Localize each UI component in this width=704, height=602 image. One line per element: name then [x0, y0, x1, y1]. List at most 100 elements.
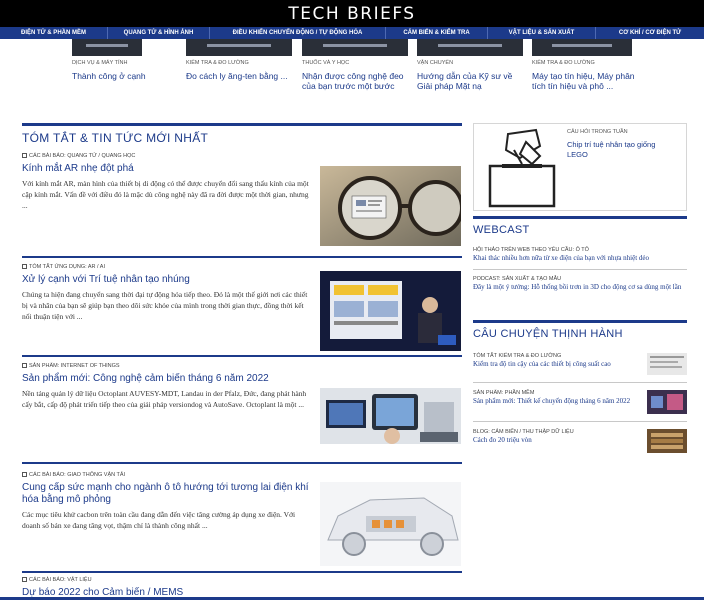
webcast-category: PODCAST: SẢN XUẤT & TẠO MẪU: [473, 276, 562, 282]
featured-title[interactable]: Đo cách ly ăng-ten bằng ...: [186, 71, 294, 81]
featured-item[interactable]: THUỐC VÀ Y HỌC Nhận được công nghệ đeo c…: [302, 60, 410, 91]
nav-item-photonics[interactable]: QUANG TỬ & HÌNH ẢNH: [108, 27, 210, 39]
featured-articles: DỊCH VỤ & MÁY TÍNH Thành công ở cạnh KIỂ…: [0, 60, 704, 104]
featured-thumbnail[interactable]: [532, 39, 632, 56]
trending-thumbnail[interactable]: [647, 390, 687, 414]
trending-item[interactable]: TÓM TẮT KIỂM TRA & ĐO LƯỜNG Kiểm tra độ …: [473, 353, 687, 379]
article-item[interactable]: CÁC BÀI BÁO: GIAO THÔNG VẬN TẢI Cung cấp…: [22, 472, 462, 572]
featured-title[interactable]: Máy tạo tín hiệu, Máy phân tích tín hiệu…: [532, 71, 640, 91]
article-summary: Các mục tiêu khử cacbon trên toàn cầu đa…: [22, 510, 296, 530]
featured-item[interactable]: KIỂM TRA & ĐO LƯỜNG Đo cách ly ăng-ten b…: [186, 60, 294, 81]
article-category: SẢN PHẨM: INTERNET OF THINGS: [22, 363, 314, 369]
webcast-title[interactable]: Đây là một ý tưởng: Hỗ thống bồi trơn in…: [473, 283, 687, 291]
article-summary: Với kính mắt AR, màn hình của thiết bị d…: [22, 179, 309, 210]
sidebar: CÂU HỎI TRONG TUẦN Chip trí tuệ nhân tạo…: [473, 123, 687, 600]
featured-category: VẬN CHUYỂN: [417, 60, 454, 66]
nav-item-motion-control[interactable]: ĐIỀU KHIỂN CHUYỂN ĐỘNG / TỰ ĐỘNG HÓA: [210, 27, 386, 39]
article-image-presentation[interactable]: [320, 271, 461, 351]
trending-text-inner: BLOG: CẢM BIẾN / THU THẬP DỮ LIỆU Cách đ…: [473, 429, 637, 444]
article-divider: [22, 571, 462, 573]
sidebar-divider: [473, 421, 687, 422]
trending-text: TÓM TẮT KIỂM TRA & ĐO LƯỜNG Kiểm tra độ …: [473, 353, 637, 368]
trending-title[interactable]: Kiểm tra độ tin cậy của các thiết bị côn…: [473, 360, 637, 368]
featured-thumbnail[interactable]: [186, 39, 292, 56]
sidebar-divider: [473, 382, 687, 383]
site-header: TECH BRIEFS: [0, 0, 704, 27]
trending-text: SẢN PHẨM: PHẦN MỀM Sản phẩm mới: Thiết k…: [473, 390, 637, 405]
article-title[interactable]: Sản phẩm mới: Công nghệ cảm biến tháng 6…: [22, 373, 314, 385]
featured-thumbnail[interactable]: [72, 39, 142, 56]
article-category: CÁC BÀI BÁO: QUANG TỬ / QUANG HỌC: [22, 153, 314, 159]
trending-category: TÓM TẮT KIỂM TRA & ĐO LƯỜNG: [473, 353, 562, 359]
category-icon: [22, 264, 27, 269]
article-title[interactable]: Cung cấp sức mạnh cho ngành ô tô hướng t…: [22, 482, 314, 506]
article-image-ar-glasses[interactable]: [320, 166, 461, 246]
question-label: CÂU HỎI TRONG TUẦN: [567, 129, 628, 135]
featured-thumbnails: [0, 39, 704, 56]
trending-item[interactable]: SẢN PHẨM: PHẦN MỀM Sản phẩm mới: Thiết k…: [473, 390, 687, 416]
webcast-title[interactable]: Khai thác nhiều hơn nữa từ xe điện của b…: [473, 254, 687, 262]
article-item[interactable]: SẢN PHẨM: INTERNET OF THINGS Sản phẩm mớ…: [22, 363, 462, 463]
section-heading-trending: CÂU CHUYỆN THỊNH HÀNH: [473, 320, 687, 340]
article-divider: [22, 462, 462, 464]
webcast-item[interactable]: HỘI THẢO TRÊN WEB THEO YÊU CẦU: Ô TÔ Kha…: [473, 247, 687, 262]
featured-title[interactable]: Hướng dẫn của Kỹ sư về Giải pháp Mặt nạ: [417, 71, 525, 91]
nav-item-materials[interactable]: VẬT LIỆU & SẢN XUẤT: [488, 27, 596, 39]
article-title[interactable]: Kính mắt AR nhẹ đột phá: [22, 163, 314, 175]
article-category: CÁC BÀI BÁO: GIAO THÔNG VẬN TẢI: [22, 472, 314, 478]
question-title[interactable]: Chip trí tuệ nhân tạo giống LEGO: [567, 140, 677, 160]
featured-title[interactable]: Thành công ở cạnh: [72, 71, 180, 81]
featured-category: KIỂM TRA & ĐO LƯỜNG: [186, 60, 249, 66]
category-icon: [22, 472, 27, 477]
featured-thumbnail[interactable]: [417, 39, 523, 56]
article-title[interactable]: Xử lý cạnh với Trí tuệ nhân tạo nhúng: [22, 274, 314, 286]
article-image-sensor-tablet[interactable]: [320, 388, 461, 444]
trending-text: BLOG: CẢM BIẾN / THU THẬP DỮ LIỆU Cách đ…: [473, 429, 637, 444]
site-logo[interactable]: TECH BRIEFS: [0, 4, 704, 24]
article-image-electric-car[interactable]: [320, 482, 461, 566]
article-summary: Chúng ta hiện đang chuyển sang thời đại …: [22, 290, 308, 321]
article-item[interactable]: TÓM TẮT ỨNG DỤNG: AR / AI Xử lý cạnh với…: [22, 264, 462, 359]
article-item[interactable]: CÁC BÀI BÁO: QUANG TỬ / QUANG HỌC Kính m…: [22, 153, 462, 249]
trending-thumbnail[interactable]: [647, 429, 687, 453]
trending-text-inner: TÓM TẮT KIỂM TRA & ĐO LƯỜNG Kiểm tra độ …: [473, 353, 637, 368]
latest-news-column: TÓM TẮT & TIN TỨC MỚI NHẤT CÁC BÀI BÁO: …: [22, 123, 462, 600]
article-divider: [22, 355, 462, 357]
webcast-category: HỘI THẢO TRÊN WEB THEO YÊU CẦU: Ô TÔ: [473, 247, 589, 253]
nav-item-mechanical[interactable]: CƠ KHÍ / CƠ ĐIỆN TỬ: [596, 27, 704, 39]
trending-text-inner: SẢN PHẨM: PHẦN MỀM Sản phẩm mới: Thiết k…: [473, 390, 637, 405]
featured-thumbnail[interactable]: [302, 39, 408, 56]
nav-item-sensors[interactable]: CẢM BIẾN & KIỂM TRA: [386, 27, 488, 39]
trending-title[interactable]: Sản phẩm mới: Thiết kế chuyển động tháng…: [473, 397, 637, 405]
trending-category: BLOG: CẢM BIẾN / THU THẬP DỮ LIỆU: [473, 429, 574, 435]
featured-item[interactable]: DỊCH VỤ & MÁY TÍNH Thành công ở cạnh: [72, 60, 180, 81]
article-summary: Nền tảng quản lý dữ liệu Octoplant AUVES…: [22, 389, 307, 409]
nav-item-electronics[interactable]: ĐIỆN TỬ & PHẦN MỀM: [0, 27, 108, 39]
section-heading-webcast: WEBCAST: [473, 216, 687, 236]
trending-thumbnail[interactable]: [647, 353, 687, 375]
article-category: CÁC BÀI BÁO: VẬT LIỆU: [22, 577, 314, 583]
section-heading-latest: TÓM TẮT & TIN TỨC MỚI NHẤT: [22, 123, 462, 145]
trending-title[interactable]: Cách đo 20 triệu vòn: [473, 436, 637, 444]
category-icon: [22, 577, 27, 582]
featured-item[interactable]: KIỂM TRA & ĐO LƯỜNG Máy tạo tín hiệu, Má…: [532, 60, 640, 91]
article-text: SẢN PHẨM: INTERNET OF THINGS Sản phẩm mớ…: [22, 363, 314, 410]
article-divider: [22, 256, 462, 258]
trending-category: SẢN PHẨM: PHẦN MỀM: [473, 390, 535, 396]
featured-category: THUỐC VÀ Y HỌC: [302, 60, 350, 66]
question-of-week-card[interactable]: CÂU HỎI TRONG TUẦN Chip trí tuệ nhân tạo…: [473, 123, 687, 211]
webcast-item[interactable]: PODCAST: SẢN XUẤT & TẠO MẪU Đây là một ý…: [473, 276, 687, 291]
featured-category: DỊCH VỤ & MÁY TÍNH: [72, 60, 128, 66]
article-text: CÁC BÀI BÁO: QUANG TỬ / QUANG HỌC Kính m…: [22, 153, 314, 211]
article-category: TÓM TẮT ỨNG DỤNG: AR / AI: [22, 264, 314, 270]
category-icon: [22, 153, 27, 158]
category-icon: [22, 363, 27, 368]
article-text: TÓM TẮT ỨNG DỤNG: AR / AI Xử lý cạnh với…: [22, 264, 314, 322]
trending-item[interactable]: BLOG: CẢM BIẾN / THU THẬP DỮ LIỆU Cách đ…: [473, 429, 687, 455]
featured-category: KIỂM TRA & ĐO LƯỜNG: [532, 60, 595, 66]
featured-title[interactable]: Nhận được công nghệ đeo của bạn trước mộ…: [302, 71, 410, 91]
article-text: CÁC BÀI BÁO: GIAO THÔNG VẬN TẢI Cung cấp…: [22, 472, 314, 531]
main-nav: ĐIỆN TỬ & PHẦN MỀM QUANG TỬ & HÌNH ẢNH Đ…: [0, 27, 704, 39]
sidebar-divider: [473, 269, 687, 270]
featured-item[interactable]: VẬN CHUYỂN Hướng dẫn của Kỹ sư về Giải p…: [417, 60, 525, 91]
